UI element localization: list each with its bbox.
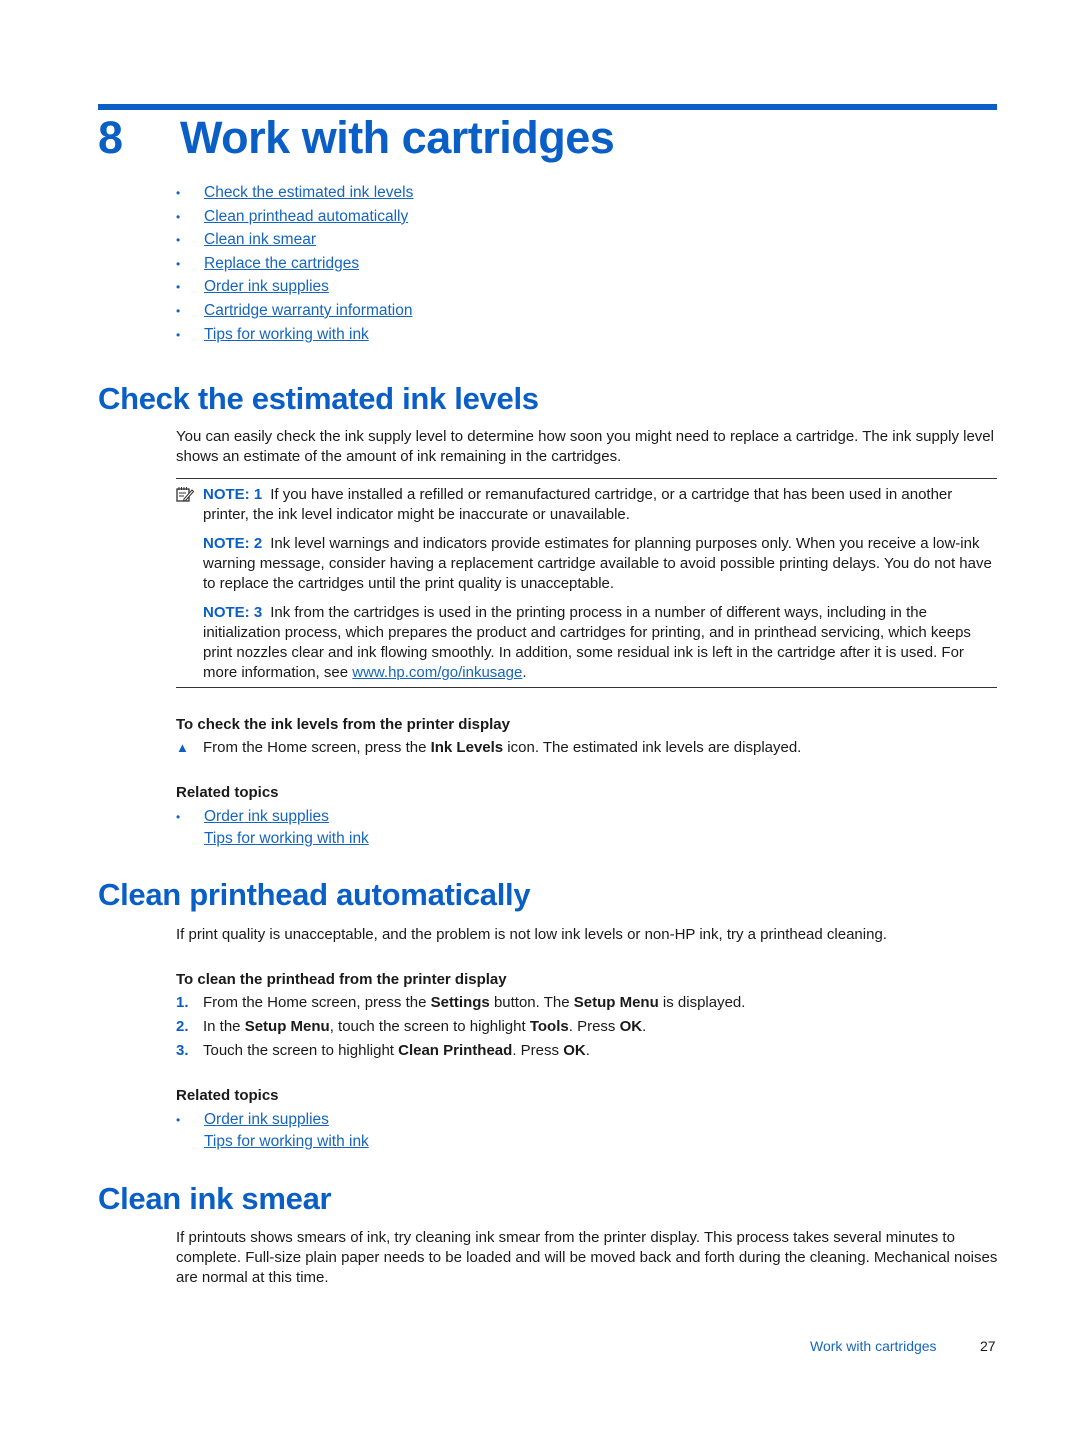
bullet-icon: • [176,303,181,318]
related-topics-title: Related topics [176,1087,279,1104]
bullet-icon: • [176,280,181,295]
step-bold: Settings [430,994,490,1011]
procedure-title: To check the ink levels from the printer… [176,716,510,733]
bullet-icon: • [176,1113,181,1127]
toc-item: • Order ink supplies [176,276,413,300]
step-text: . [642,1018,647,1035]
note-text: If you have installed a refilled or rema… [203,486,953,523]
bullet-icon: • [176,209,181,224]
step-number: 3. [176,1042,189,1059]
step-text: is displayed. [658,994,746,1011]
procedure-step-3: 3. Touch the screen to highlight Clean Pr… [176,1041,590,1061]
chapter-rule [98,104,997,110]
step-text: . [585,1042,590,1059]
toc-item: • Clean printhead automatically [176,206,413,230]
toc-item: • Replace the cartridges [176,253,413,277]
bullet-icon: • [176,327,181,342]
note-divider-bottom [176,687,997,688]
section-intro: You can easily check the ink supply leve… [176,428,994,465]
note-label: NOTE: 2 [203,535,263,552]
section-intro: If printouts shows smears of ink, try cl… [176,1229,998,1286]
chapter-title-text: Work with cartridges [180,112,615,163]
step-text: . Press [568,1018,620,1035]
toc-item: • Tips for working with ink [176,324,413,348]
related-topics: • Order ink supplies Tips for working wit… [176,806,369,850]
step-bold: Setup Menu [573,994,659,1011]
step-text: In the [203,1018,245,1035]
procedure-step-2: 2. In the Setup Menu, touch the screen to… [176,1017,646,1037]
toc-link-clean-printhead[interactable]: Clean printhead automatically [204,208,408,225]
section-intro: If print quality is unacceptable, and th… [176,926,887,943]
note-2: NOTE: 2 Ink level warnings and indicators… [203,534,998,594]
note-3: NOTE: 3 Ink from the cartridges is used i… [203,603,998,683]
related-topics: • Order ink supplies Tips for working wit… [176,1109,369,1153]
bullet-icon: • [176,256,181,271]
bullet-icon: • [176,233,181,248]
step-text: icon. The estimated ink levels are displ… [503,739,802,756]
procedure-title: To clean the printhead from the printer … [176,971,507,988]
triangle-icon: ▲ [176,740,189,755]
step-text: From the Home screen, press the [203,994,431,1011]
step-bold: Clean Printhead [398,1042,513,1059]
step-text: . Press [512,1042,564,1059]
note-divider-top [176,478,997,479]
chapter-number: 8 [98,112,123,163]
toc-link-warranty[interactable]: Cartridge warranty information [204,302,412,319]
section-heading-clean-ink-smear: Clean ink smear [98,1181,332,1216]
chapter-title: 8 Work with cartridges [98,112,615,164]
footer-section-title: Work with cartridges [810,1338,937,1354]
step-bold: OK [563,1042,586,1059]
step-bold: Setup Menu [244,1018,330,1035]
related-link-tips[interactable]: Tips for working with ink [204,830,369,847]
step-bold: Tools [529,1018,569,1035]
note-text: Ink from the cartridges is used in the p… [203,604,971,681]
step-text: From the Home screen, press the [203,739,431,756]
section-heading-check-ink: Check the estimated ink levels [98,381,539,416]
step-text: , touch the screen to highlight [329,1018,530,1035]
bullet-icon: • [176,810,181,824]
toc-link-replace-cartridges[interactable]: Replace the cartridges [204,255,359,272]
step-text: button. The [489,994,574,1011]
related-topics-title: Related topics [176,784,279,801]
toc-item: • Cartridge warranty information [176,300,413,324]
page-number: 27 [980,1338,996,1354]
toc-link-tips[interactable]: Tips for working with ink [204,326,369,343]
section-heading-clean-printhead: Clean printhead automatically [98,877,531,912]
note-1: NOTE: 1 If you have installed a refilled … [203,485,998,525]
related-link-tips[interactable]: Tips for working with ink [204,1133,369,1150]
related-link-order-ink[interactable]: Order ink supplies [204,1111,329,1128]
note-icon [176,487,194,502]
related-link-order-ink[interactable]: Order ink supplies [204,808,329,825]
step-text: Touch the screen to highlight [203,1042,399,1059]
procedure-step: ▲ From the Home screen, press the Ink Lev… [176,738,801,758]
step-bold: OK [619,1018,643,1035]
chapter-toc: • Check the estimated ink levels • Clean p… [176,182,413,347]
procedure-step-1: 1. From the Home screen, press the Settin… [176,993,745,1013]
step-number: 1. [176,994,189,1011]
toc-link-check-ink-levels[interactable]: Check the estimated ink levels [204,184,413,201]
toc-link-clean-ink-smear[interactable]: Clean ink smear [204,231,316,248]
note-label: NOTE: 3 [203,604,263,621]
toc-link-order-ink[interactable]: Order ink supplies [204,278,329,295]
step-bold: Ink Levels [430,739,504,756]
note-label: NOTE: 1 [203,486,263,503]
toc-item: • Check the estimated ink levels [176,182,413,206]
toc-item: • Clean ink smear [176,229,413,253]
bullet-icon: • [176,186,181,200]
step-number: 2. [176,1018,189,1035]
inkusage-link[interactable]: www.hp.com/go/inkusage [352,664,522,681]
note-text-end: . [522,664,527,681]
note-text: Ink level warnings and indicators provid… [203,535,992,592]
